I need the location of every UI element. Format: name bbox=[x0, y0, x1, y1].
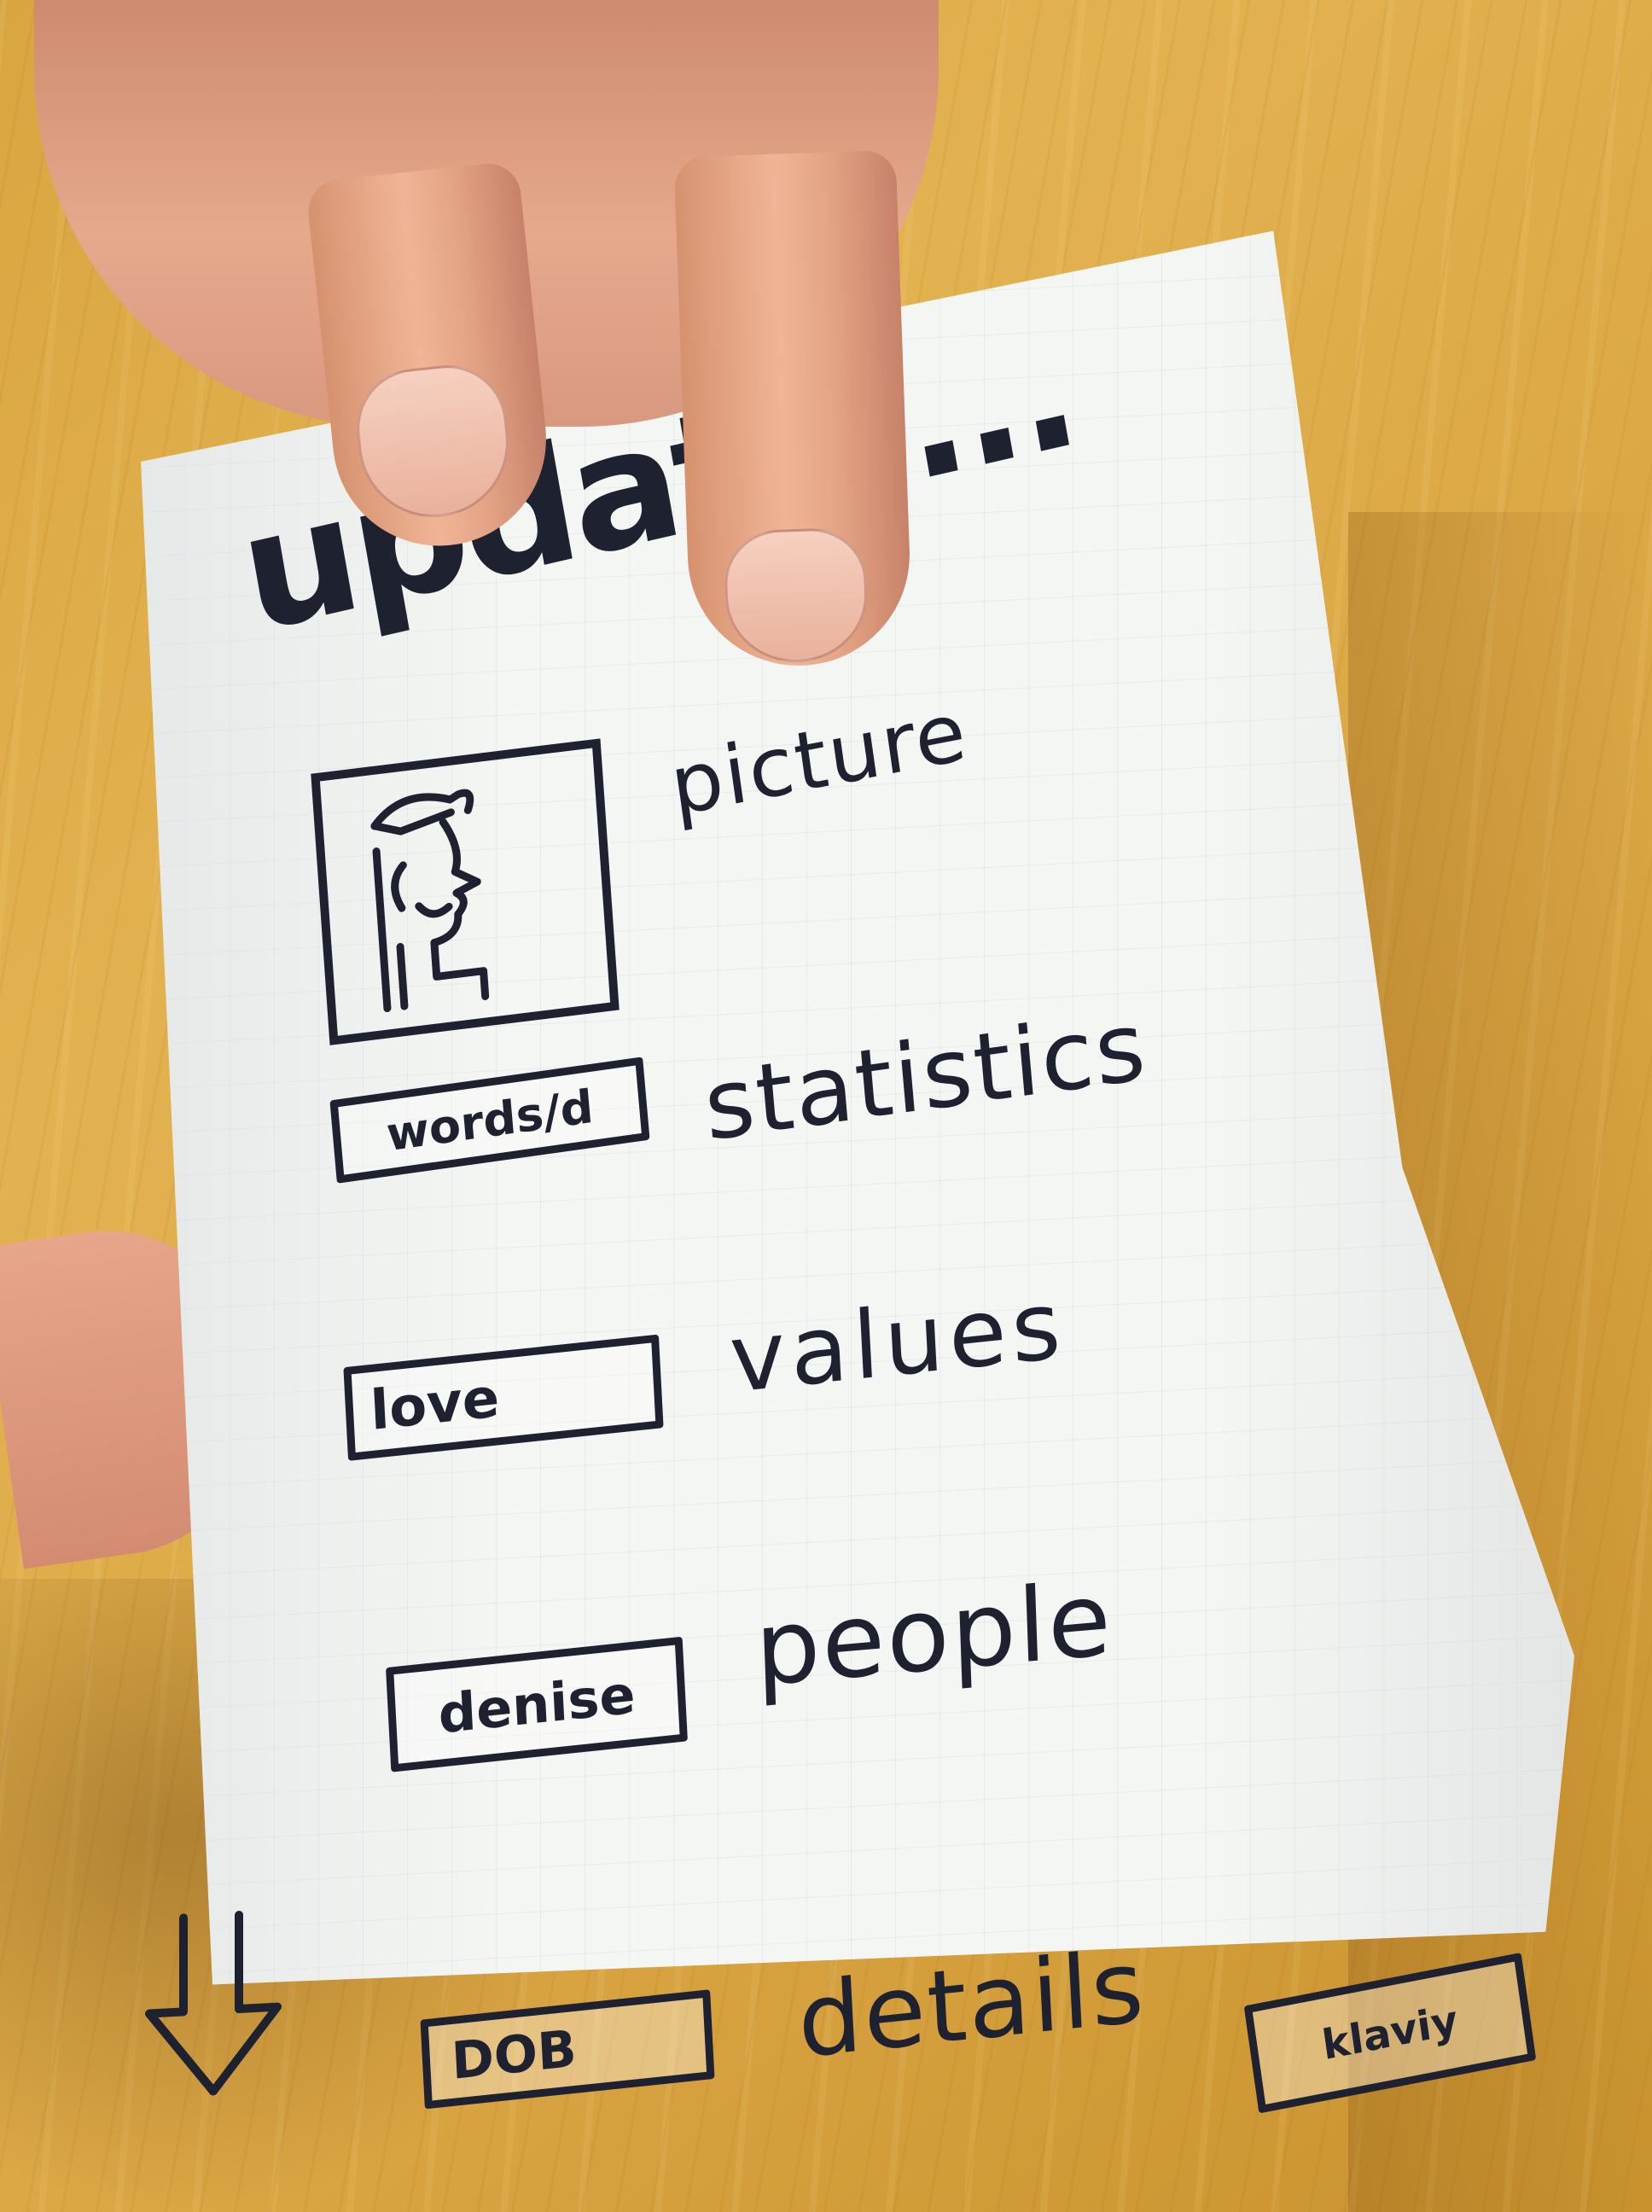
values-value: love bbox=[369, 1366, 501, 1443]
profile-picture-frame[interactable] bbox=[311, 738, 620, 1045]
details-extra-value: klaviy bbox=[1318, 1996, 1462, 2070]
people-value: denise bbox=[436, 1662, 637, 1746]
down-arrow-icon[interactable] bbox=[141, 1904, 286, 2108]
person-with-cap-icon bbox=[370, 789, 490, 1013]
statistics-value: words/d bbox=[384, 1079, 596, 1161]
details-dob-value: DOB bbox=[450, 2018, 579, 2092]
